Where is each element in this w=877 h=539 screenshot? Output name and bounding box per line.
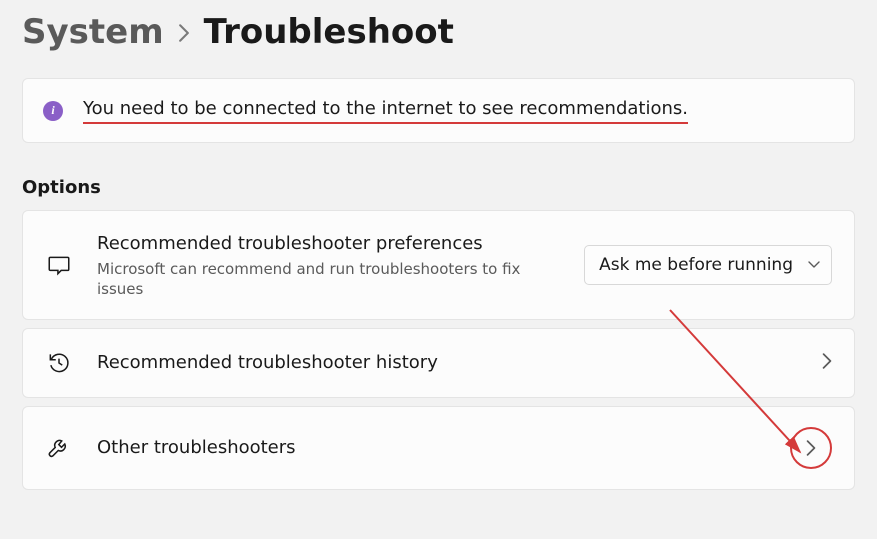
dropdown-value: Ask me before running	[599, 255, 793, 275]
breadcrumb-parent-system[interactable]: System	[22, 12, 164, 52]
history-icon	[45, 349, 73, 377]
card-title: Other troubleshooters	[97, 435, 766, 460]
info-banner: i You need to be connected to the intern…	[22, 78, 855, 143]
card-title: Recommended troubleshooter preferences	[97, 231, 560, 256]
card-troubleshooter-history[interactable]: Recommended troubleshooter history	[22, 328, 855, 398]
card-subtitle: Microsoft can recommend and run troubles…	[97, 259, 527, 300]
chat-icon	[45, 251, 73, 279]
card-other-troubleshooters[interactable]: Other troubleshooters	[22, 406, 855, 490]
card-troubleshooter-preferences: Recommended troubleshooter preferences M…	[22, 210, 855, 320]
card-title: Recommended troubleshooter history	[97, 350, 798, 375]
breadcrumb: System Troubleshoot	[22, 12, 855, 52]
page-title: Troubleshoot	[204, 12, 454, 52]
section-title-options: Options	[22, 177, 855, 198]
chevron-right-icon	[178, 24, 190, 46]
chevron-right-icon	[790, 427, 832, 469]
info-banner-text: You need to be connected to the internet…	[83, 97, 688, 124]
info-icon: i	[43, 101, 63, 121]
wrench-icon	[45, 434, 73, 462]
preferences-dropdown[interactable]: Ask me before running	[584, 245, 832, 285]
chevron-down-icon	[807, 255, 821, 275]
chevron-right-icon	[822, 353, 832, 373]
